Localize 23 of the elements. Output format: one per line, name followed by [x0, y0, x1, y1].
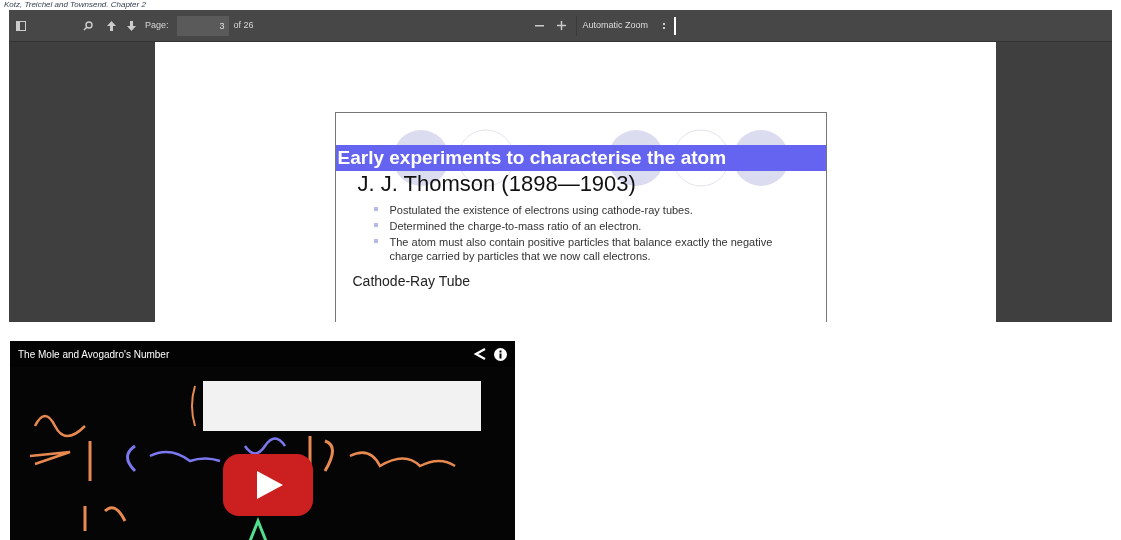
share-icon[interactable]: [474, 348, 486, 360]
page-count: of 26: [233, 18, 254, 32]
bullet-icon: [373, 239, 378, 243]
document-caption: Kotz, Treichel and Townsend. Chapter 2: [4, 0, 146, 10]
bullet-text: The atom must also contain positive particles that balance exactly the negative charge carried by particles that we now call electrons.: [389, 235, 774, 263]
zoom-select[interactable]: Automatic Zoom: [575, 15, 673, 36]
slide-heading: J. J. Thomson (1898—1903): [356, 171, 637, 197]
bullet-icon: [373, 223, 378, 227]
previous-page-icon[interactable]: [105, 18, 117, 33]
page-label: Page:: [145, 18, 169, 32]
next-page-icon[interactable]: [125, 18, 137, 33]
bullet-icon: [373, 207, 378, 211]
slide-title: Early experiments to characterise the atom: [335, 145, 826, 171]
search-icon[interactable]: [81, 18, 95, 33]
info-icon[interactable]: [494, 347, 507, 361]
slide-subheading: Cathode-Ray Tube: [351, 272, 472, 291]
play-button[interactable]: [223, 454, 313, 516]
dropdown-icon: [662, 21, 667, 30]
bullet-text: Postulated the existence of electrons using cathode-ray tubes.: [389, 203, 693, 217]
zoom-in-icon[interactable]: [555, 18, 568, 33]
bullet-text: Determined the charge-to-mass ratio of an electron.: [389, 219, 642, 233]
page-number-field[interactable]: 3: [176, 15, 229, 36]
video-title: The Mole and Avogadro's Number: [18, 347, 170, 362]
